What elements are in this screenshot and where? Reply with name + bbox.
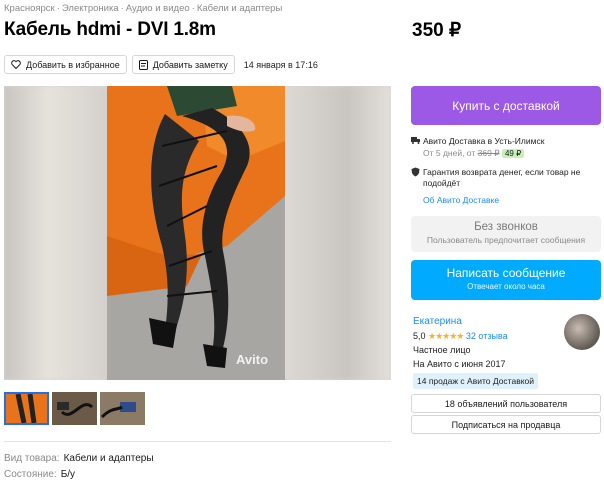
add-note-button[interactable]: Добавить заметку (131, 55, 235, 74)
publish-date: 14 января в 17:16 (243, 59, 318, 70)
no-calls-title: Без звонков (474, 221, 538, 233)
heart-icon (11, 60, 21, 69)
delivery-price-badge: 49 ₽ (501, 149, 525, 158)
photo-image (107, 86, 285, 380)
no-calls-notice: Без звонков Пользователь предпочитает со… (411, 216, 601, 252)
photo-drawing (107, 86, 285, 380)
param-item-type: Вид товара: Кабели и адаптеры (4, 453, 154, 464)
listing-actions: Добавить в избранное Добавить заметку 14… (4, 55, 318, 74)
shield-icon (411, 167, 423, 179)
note-icon (138, 59, 148, 70)
truck-icon (411, 136, 423, 146)
delivery-days: От 5 дней, от (423, 148, 476, 158)
photo-blur-right (281, 86, 391, 380)
add-note-label: Добавить заметку (152, 59, 228, 70)
section-divider (4, 441, 391, 442)
response-time: Отвечает около часа (467, 282, 545, 291)
user-ads-button[interactable]: 18 объявлений пользователя (411, 394, 601, 413)
seller-name[interactable]: Екатерина (413, 315, 538, 329)
breadcrumb-item-city[interactable]: Красноярск (4, 3, 55, 14)
seller-since: На Авито с июня 2017 (413, 359, 506, 369)
write-message-label: Написать сообщение (446, 266, 566, 280)
seller-avatar[interactable] (564, 314, 600, 350)
rating-stars: ★★★★★ (428, 331, 464, 341)
add-to-favorites-button[interactable]: Добавить в избранное (4, 55, 127, 74)
avito-watermark: Avito (236, 352, 269, 367)
thumbnail-2[interactable] (52, 392, 97, 425)
thumbnail-3[interactable] (100, 392, 145, 425)
seller-card: Екатерина 5,0 ★★★★★ 32 отзыва Частное ли… (413, 315, 539, 389)
breadcrumb-item-electronics[interactable]: Электроника (62, 3, 119, 14)
main-photo[interactable]: Avito (4, 86, 391, 380)
seller-type: Частное лицо (413, 345, 471, 355)
breadcrumb-item-audio-video[interactable]: Аудио и видео (126, 3, 190, 14)
delivery-info: Авито Доставка в Усть-Илимск От 5 дней, … (411, 136, 601, 205)
page-title: Кабель hdmi - DVI 1.8m (4, 19, 216, 40)
price: 350 ₽ (412, 20, 462, 41)
delivery-old-price: 369 ₽ (477, 148, 500, 158)
write-message-button[interactable]: Написать сообщение Отвечает около часа (411, 260, 601, 300)
breadcrumb-item-cables[interactable]: Кабели и адаптеры (197, 3, 282, 14)
breadcrumb: Красноярск · Электроника · Аудио и видео · Каб… (4, 3, 283, 14)
photo-blur-left (4, 86, 114, 380)
thumbnail-strip (4, 392, 148, 425)
seller-rating: 5,0 (413, 331, 426, 341)
about-delivery-link[interactable]: Об Авито Доставке (423, 195, 601, 205)
sales-badge: 14 продаж с Авито Доставкой (413, 373, 539, 389)
thumbnail-1[interactable] (4, 392, 49, 425)
subscribe-seller-button[interactable]: Подписаться на продавца (411, 415, 601, 434)
seller-reviews-link[interactable]: 32 отзыва (466, 331, 508, 341)
delivery-title: Авито Доставка в Усть-Илимск (423, 136, 545, 146)
add-to-favorites-label: Добавить в избранное (26, 59, 120, 70)
no-calls-subtitle: Пользователь предпочитает сообщения (426, 235, 586, 245)
param-condition: Состояние: Б/у (4, 469, 76, 480)
money-back-guarantee: Гарантия возврата денег, если товар не п… (423, 167, 581, 188)
buy-with-delivery-button[interactable]: Купить с доставкой (411, 86, 601, 125)
